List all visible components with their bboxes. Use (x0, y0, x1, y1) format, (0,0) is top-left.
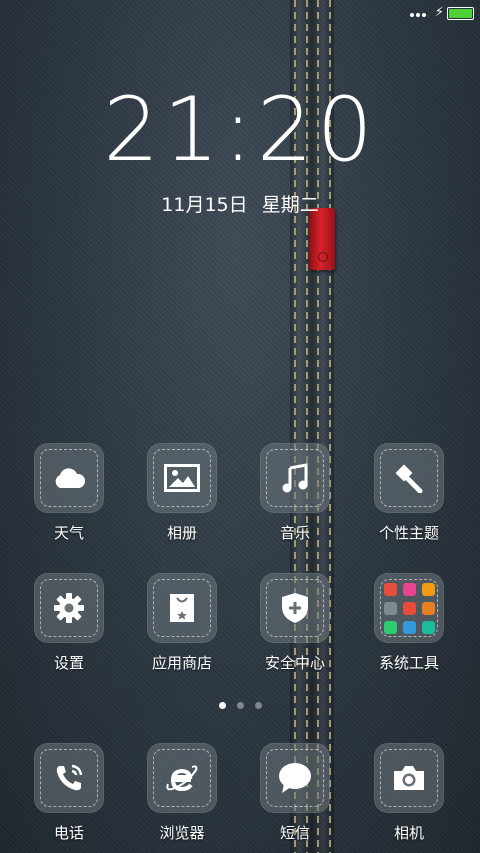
app-label: 天气 (53, 524, 84, 542)
app-label: 音乐 (279, 524, 310, 542)
status-bar: ⚡ (0, 0, 480, 28)
red-tag-decoration (309, 208, 335, 270)
app-label: 短信 (279, 824, 310, 842)
camera-icon (374, 743, 444, 813)
folder-app-thumb (421, 601, 435, 615)
cloud-icon (34, 443, 104, 513)
charging-icon: ⚡ (434, 5, 444, 20)
app-label: 个性主题 (378, 524, 439, 542)
app-label: 应用商店 (151, 654, 212, 672)
brush-icon (374, 443, 444, 513)
app-label: 设置 (53, 654, 84, 672)
folder-icon (374, 573, 444, 643)
app-label: 电话 (53, 824, 84, 842)
gear-icon (34, 573, 104, 643)
app-store[interactable]: 应用商店 (126, 573, 238, 673)
folder-app-thumb (383, 620, 397, 634)
app-weather[interactable]: 天气 (13, 443, 125, 543)
folder-preview (383, 582, 435, 634)
battery-icon (447, 7, 474, 20)
app-label: 安全中心 (264, 654, 325, 672)
picture-icon (147, 443, 217, 513)
app-label: 浏览器 (159, 824, 205, 842)
folder-app-thumb (402, 601, 416, 615)
folder-app-thumb (421, 582, 435, 596)
folder-app-thumb (402, 582, 416, 596)
app-label: 相册 (166, 524, 197, 542)
folder-app-thumb (383, 582, 397, 596)
page-dot[interactable] (218, 702, 226, 709)
app-music[interactable]: 音乐 (239, 443, 351, 543)
app-themes[interactable]: 个性主题 (353, 443, 465, 543)
app-label: 相机 (393, 824, 424, 842)
signal-icon (410, 13, 426, 17)
shopping-bag-icon (147, 573, 217, 643)
app-system-tools-folder[interactable]: 系统工具 (353, 573, 465, 673)
app-browser[interactable]: 浏览器 (126, 743, 238, 843)
app-gallery[interactable]: 相册 (126, 443, 238, 543)
app-camera[interactable]: 相机 (353, 743, 465, 843)
page-dot[interactable] (254, 702, 262, 709)
app-phone[interactable]: 电话 (13, 743, 125, 843)
folder-app-thumb (383, 601, 397, 615)
chat-bubble-icon (260, 743, 330, 813)
app-security[interactable]: 安全中心 (239, 573, 351, 673)
clock-time[interactable]: 21:20 (0, 86, 480, 174)
app-settings[interactable]: 设置 (13, 573, 125, 673)
browser-icon (147, 743, 217, 813)
clock-date[interactable]: 11月15日 星期二 (0, 190, 480, 217)
music-note-icon (260, 443, 330, 513)
folder-app-thumb (421, 620, 435, 634)
page-dot[interactable] (236, 702, 244, 709)
phone-icon (34, 743, 104, 813)
page-indicator (0, 702, 480, 709)
app-label: 系统工具 (378, 654, 439, 672)
folder-app-thumb (402, 620, 416, 634)
app-messages[interactable]: 短信 (239, 743, 351, 843)
shield-icon (260, 573, 330, 643)
